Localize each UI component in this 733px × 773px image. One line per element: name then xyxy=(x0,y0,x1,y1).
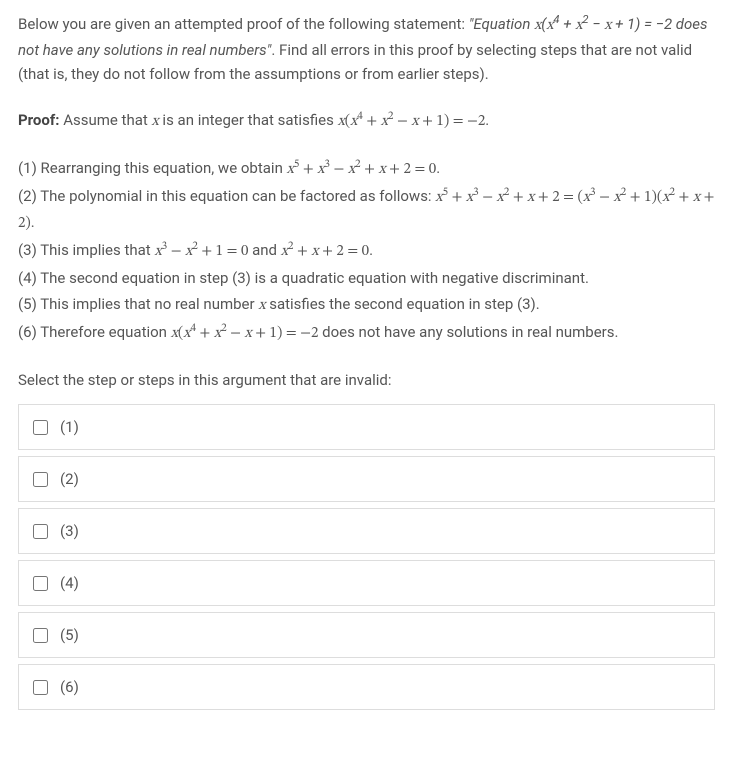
checkbox-1[interactable] xyxy=(33,420,48,435)
intro-prefix: Below you are given an attempted proof o… xyxy=(18,15,469,33)
checkbox-5[interactable] xyxy=(33,628,48,643)
option-1[interactable]: (1) xyxy=(18,404,715,450)
proof-var: x xyxy=(152,114,159,129)
checkbox-4[interactable] xyxy=(33,576,48,591)
proof-steps: (1) Rearranging this equation, we obtain… xyxy=(18,156,715,346)
option-5[interactable]: (5) xyxy=(18,612,715,658)
option-4-label[interactable]: (4) xyxy=(60,571,79,595)
step-2: (2) The polynomial in this equation can … xyxy=(18,184,715,236)
option-3-label[interactable]: (3) xyxy=(60,519,79,543)
proof-label: Proof: xyxy=(18,111,59,129)
option-6-label[interactable]: (6) xyxy=(60,675,79,699)
checkbox-6[interactable] xyxy=(33,680,48,695)
intro-quote-before: "Equation xyxy=(469,15,534,33)
step-1: (1) Rearranging this equation, we obtain… xyxy=(18,156,715,182)
intro-quote-eq: x(x4 + x2 − x + 1) = −2 xyxy=(534,15,672,33)
option-5-label[interactable]: (5) xyxy=(60,623,79,647)
option-1-label[interactable]: (1) xyxy=(60,415,79,439)
step-6: (6) Therefore equation x(x4 + x2 − x + 1… xyxy=(18,320,715,346)
proof-assume-before: Assume that xyxy=(59,111,151,129)
option-6[interactable]: (6) xyxy=(18,664,715,710)
select-prompt: Select the step or steps in this argumen… xyxy=(18,368,715,392)
option-4[interactable]: (4) xyxy=(18,560,715,606)
options-list: (1) (2) (3) (4) (5) (6) xyxy=(18,404,715,710)
proof-period: . xyxy=(485,111,489,129)
proof-assumption: Proof: Assume that x is an integer that … xyxy=(18,108,715,134)
proof-assume-eq: x(x4 + x2 − x + 1) = −2 xyxy=(338,114,486,129)
checkbox-3[interactable] xyxy=(33,524,48,539)
step-3: (3) This implies that x3 − x2 + 1 = 0 an… xyxy=(18,238,715,264)
proof-assume-mid: is an integer that satisfies xyxy=(159,111,338,129)
step-5: (5) This implies that no real number x s… xyxy=(18,292,715,318)
intro-text: Below you are given an attempted proof o… xyxy=(18,12,715,86)
option-2-label[interactable]: (2) xyxy=(60,467,79,491)
option-2[interactable]: (2) xyxy=(18,456,715,502)
option-3[interactable]: (3) xyxy=(18,508,715,554)
checkbox-2[interactable] xyxy=(33,472,48,487)
step-4: (4) The second equation in step (3) is a… xyxy=(18,266,715,290)
